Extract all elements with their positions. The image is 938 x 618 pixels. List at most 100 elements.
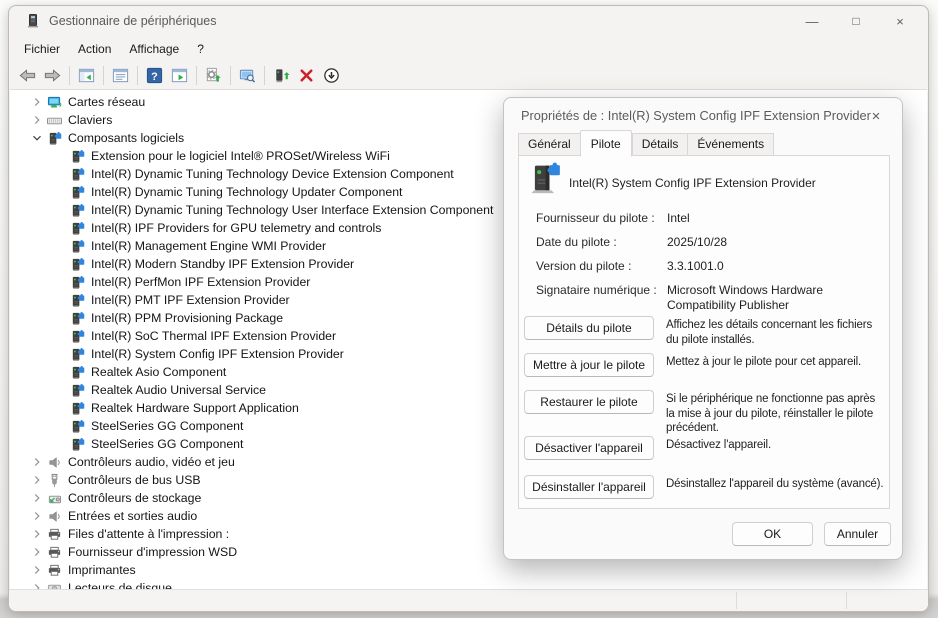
field-value: 3.3.1001.0	[667, 259, 881, 274]
tab-details[interactable]: Détails	[632, 133, 688, 156]
ok-button[interactable]: OK	[732, 522, 813, 546]
expander-icon[interactable]	[30, 473, 44, 487]
properties-button[interactable]	[108, 63, 133, 87]
tree-indent	[10, 210, 70, 211]
menu-action[interactable]: Action	[69, 39, 120, 59]
tab-general[interactable]: Général	[518, 133, 580, 156]
menu-fichier[interactable]: Fichier	[15, 39, 69, 59]
software-icon	[70, 293, 85, 308]
tree-indent	[10, 354, 70, 355]
scan-hardware-changes-button[interactable]	[201, 63, 226, 87]
tree-indent	[10, 552, 30, 553]
minimize-button[interactable]: —	[790, 6, 834, 36]
tree-item[interactable]: Imprimantes	[10, 561, 927, 579]
expander-icon[interactable]	[30, 131, 44, 145]
tree-item-label: Realtek Audio Universal Service	[91, 383, 266, 397]
tree-item-label: Imprimantes	[68, 563, 136, 577]
tree-indent	[10, 570, 30, 571]
action-description: Désactivez l'appareil.	[666, 436, 885, 453]
tree-item-label: Intel(R) SoC Thermal IPF Extension Provi…	[91, 329, 336, 343]
audio-icon	[47, 455, 62, 470]
action-row: Désinstaller l'appareil Désinstallez l'a…	[524, 475, 885, 501]
software-icon	[70, 149, 85, 164]
dialog-footer: OK Annuler	[732, 522, 891, 546]
back-arrow-icon	[18, 66, 37, 85]
disable-circle-icon	[322, 66, 341, 85]
tree-indent	[10, 228, 70, 229]
maximize-button[interactable]: □	[834, 6, 878, 36]
disable-device-button[interactable]	[319, 63, 344, 87]
statusbar	[9, 589, 928, 611]
toolbar-separator	[103, 66, 104, 85]
tree-item-label: Intel(R) IPF Providers for GPU telemetry…	[91, 221, 381, 235]
expander-icon[interactable]	[30, 527, 44, 541]
tree-item-label: Lecteurs de disque	[68, 581, 172, 589]
tree-item-label: Intel(R) PMT IPF Extension Provider	[91, 293, 290, 307]
show-console-tree-button[interactable]	[74, 63, 99, 87]
cancel-button[interactable]: Annuler	[824, 522, 891, 546]
uninstall-device-dialog-button[interactable]: Désinstaller l'appareil	[524, 475, 654, 499]
driver-fields: Fournisseur du pilote : Intel Date du pi…	[536, 211, 881, 322]
menubar: Fichier Action Affichage ?	[15, 38, 213, 60]
menu-affichage[interactable]: Affichage	[120, 39, 188, 59]
remote-computer-button[interactable]	[235, 63, 260, 87]
expander-icon[interactable]	[30, 581, 44, 589]
field-row: Fournisseur du pilote : Intel	[536, 211, 881, 226]
properties-icon	[111, 66, 130, 85]
tree-item-label: Contrôleurs de stockage	[68, 491, 201, 505]
close-button[interactable]: ×	[878, 6, 922, 36]
uninstall-device-button[interactable]	[294, 63, 319, 87]
red-x-icon	[297, 66, 316, 85]
field-label: Version du pilote :	[536, 259, 667, 274]
dialog-close-button[interactable]: ×	[863, 104, 889, 128]
field-row: Version du pilote : 3.3.1001.0	[536, 259, 881, 274]
tree-item-label: Claviers	[68, 113, 112, 127]
disable-device-dialog-button[interactable]: Désactiver l'appareil	[524, 436, 654, 460]
toolbar-separator	[264, 66, 265, 85]
action-description: Affichez les détails concernant les fich…	[666, 316, 885, 347]
expander-icon[interactable]	[30, 509, 44, 523]
action-description: Mettez à jour le pilote pour cet apparei…	[666, 353, 885, 370]
software-icon	[70, 311, 85, 326]
expander-icon[interactable]	[30, 95, 44, 109]
tree-indent	[10, 282, 70, 283]
expander-icon[interactable]	[30, 491, 44, 505]
scan-hardware-icon	[204, 66, 223, 85]
disk-icon	[47, 581, 62, 590]
toolbar-separator	[196, 66, 197, 85]
menu-help[interactable]: ?	[188, 39, 213, 59]
show-action-pane-button[interactable]	[167, 63, 192, 87]
help-button[interactable]	[142, 63, 167, 87]
tree-item-label: Files d'attente à l'impression :	[68, 527, 229, 541]
toolbar-separator	[230, 66, 231, 85]
forward-button[interactable]	[40, 63, 65, 87]
expander-icon[interactable]	[30, 563, 44, 577]
tab-pilote[interactable]: Pilote	[580, 130, 632, 157]
action-row: Désactiver l'appareil Désactivez l'appar…	[524, 436, 885, 475]
expander-icon[interactable]	[30, 113, 44, 127]
tree-item-label: Intel(R) Dynamic Tuning Technology Devic…	[91, 167, 454, 181]
update-driver-dialog-button[interactable]: Mettre à jour le pilote	[524, 353, 654, 377]
software-icon	[70, 203, 85, 218]
tree-item-label: Entrées et sorties audio	[68, 509, 197, 523]
tree-indent	[10, 534, 30, 535]
tree-indent	[10, 498, 30, 499]
toolbar	[15, 62, 344, 88]
expander-icon[interactable]	[30, 455, 44, 469]
window-title: Gestionnaire de périphériques	[49, 14, 216, 28]
update-driver-button[interactable]	[269, 63, 294, 87]
tree-indent	[10, 372, 70, 373]
tab-evenements[interactable]: Événements	[687, 133, 774, 156]
driver-details-button[interactable]: Détails du pilote	[524, 316, 654, 340]
expander-icon[interactable]	[30, 545, 44, 559]
software-icon	[70, 275, 85, 290]
tree-item-label: Intel(R) Dynamic Tuning Technology Updat…	[91, 185, 402, 199]
tree-indent	[10, 102, 30, 103]
roll-back-driver-button[interactable]: Restaurer le pilote	[524, 390, 654, 414]
audio-icon	[47, 509, 62, 524]
tree-indent	[10, 318, 70, 319]
tree-item-label: Composants logiciels	[68, 131, 184, 145]
device-manager-icon	[25, 13, 41, 29]
tree-item[interactable]: Lecteurs de disque	[10, 579, 927, 589]
back-button[interactable]	[15, 63, 40, 87]
